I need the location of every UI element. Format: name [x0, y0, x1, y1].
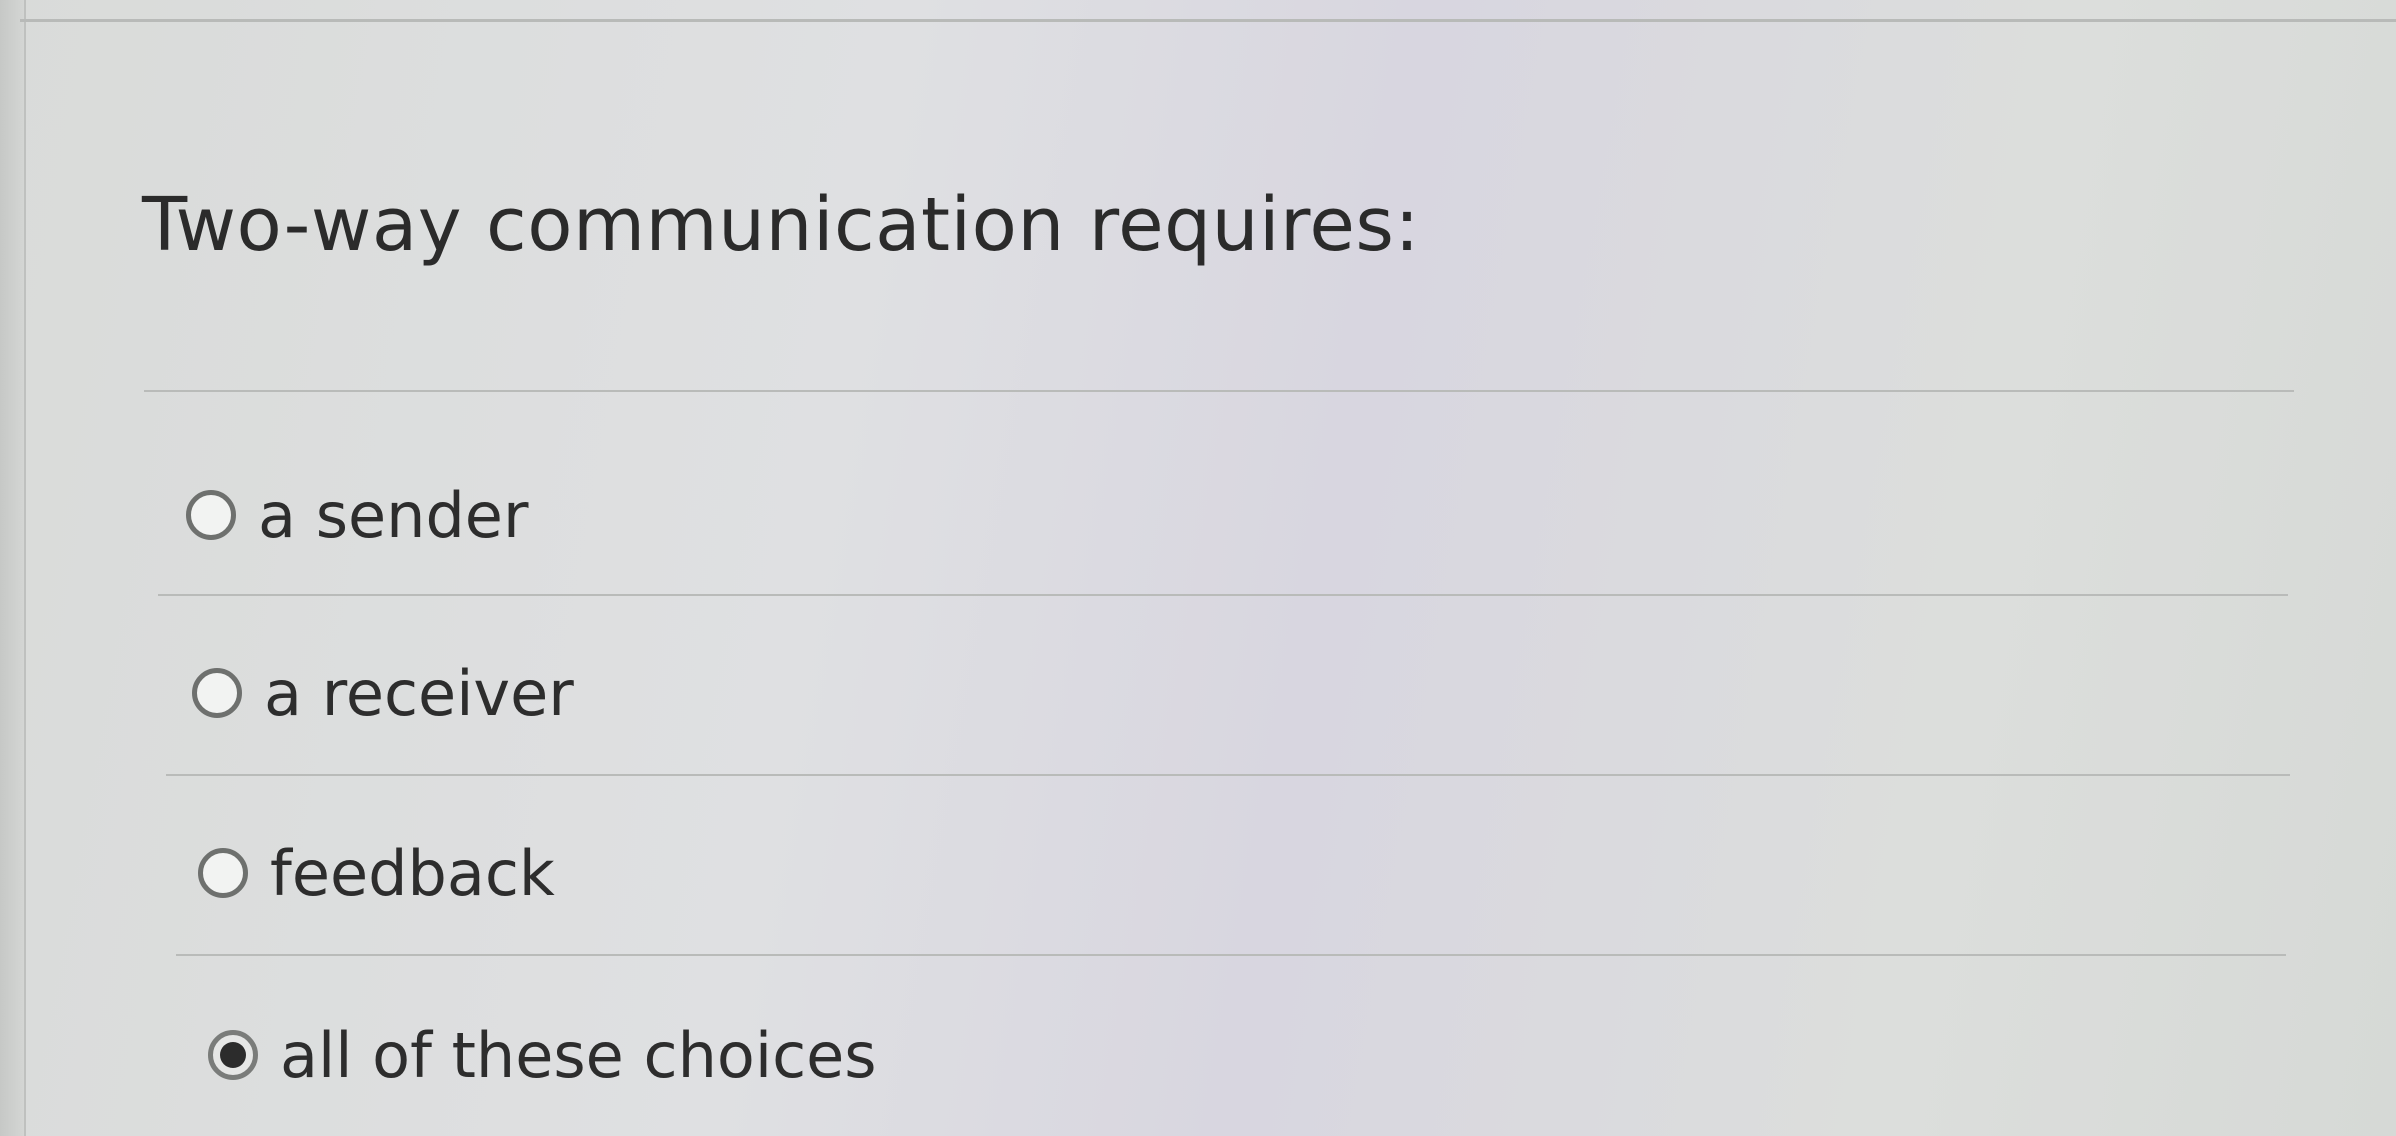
option-divider — [166, 774, 2290, 776]
option-a-receiver[interactable]: a receiver — [192, 638, 574, 748]
quiz-screen: Two-way communication requires: a sender… — [0, 0, 2396, 1136]
option-a-sender[interactable]: a sender — [186, 460, 528, 570]
option-feedback[interactable]: feedback — [198, 818, 555, 928]
option-label: a receiver — [264, 656, 574, 730]
top-divider — [20, 0, 2396, 22]
option-divider — [176, 954, 2286, 956]
radio-dot-icon — [220, 1042, 246, 1068]
radio-button-unchecked-icon[interactable] — [192, 668, 242, 718]
option-label: all of these choices — [280, 1018, 877, 1092]
radio-button-checked-icon[interactable] — [208, 1030, 258, 1080]
option-all-of-these-choices[interactable]: all of these choices — [208, 1000, 877, 1110]
option-divider — [158, 594, 2288, 596]
option-label: a sender — [258, 478, 529, 552]
question-prompt: Two-way communication requires: — [142, 182, 1420, 268]
window-left-edge — [0, 0, 26, 1136]
question-card: Two-way communication requires: a sender… — [26, 22, 2396, 1136]
option-label: feedback — [270, 836, 555, 910]
radio-button-unchecked-icon[interactable] — [198, 848, 248, 898]
question-divider — [144, 390, 2294, 392]
radio-button-unchecked-icon[interactable] — [186, 490, 236, 540]
